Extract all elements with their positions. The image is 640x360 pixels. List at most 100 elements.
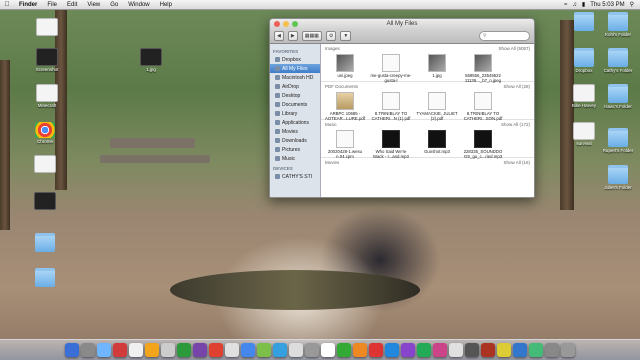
dock-app-icon[interactable] bbox=[209, 343, 223, 357]
file-item[interactable]: Gunshot.mp3 bbox=[416, 130, 458, 159]
sidebar-item-dropbox[interactable]: Dropbox bbox=[270, 55, 320, 64]
sidebar-item-macintosh-hd[interactable]: Macintosh HD bbox=[270, 73, 320, 82]
menu-window[interactable]: Window bbox=[123, 2, 154, 8]
sidebar-item-all-my-files[interactable]: All My Files bbox=[270, 64, 320, 73]
dock-app-icon[interactable] bbox=[497, 343, 511, 357]
show-all-link[interactable]: Show All (5057) bbox=[498, 46, 530, 52]
dock-app-icon[interactable] bbox=[369, 343, 383, 357]
dock-app-icon[interactable] bbox=[305, 343, 319, 357]
menu-edit[interactable]: Edit bbox=[62, 2, 82, 8]
desktop-folder[interactable] bbox=[27, 233, 63, 253]
forward-button[interactable]: ▶ bbox=[287, 31, 298, 41]
sidebar-item-applications[interactable]: Applications bbox=[270, 118, 320, 127]
dock-app-icon[interactable] bbox=[465, 343, 479, 357]
desktop-folder-kohl[interactable]: Kohl's Folder bbox=[600, 12, 636, 37]
clock[interactable]: Thu 5:03 PM bbox=[590, 2, 624, 8]
dock-app-icon[interactable] bbox=[257, 343, 271, 357]
dock-app-icon[interactable] bbox=[129, 343, 143, 357]
menu-file[interactable]: File bbox=[42, 2, 62, 8]
file-item[interactable]: 8.TRINIBLAY TO CATHERI...SON.pdf bbox=[462, 92, 504, 121]
desktop-icon-chrome[interactable]: Chrome bbox=[27, 122, 63, 144]
dock-app-icon[interactable] bbox=[193, 343, 207, 357]
apple-menu-icon[interactable]:  bbox=[0, 1, 14, 8]
dock-app-icon[interactable] bbox=[161, 343, 175, 357]
zoom-button[interactable] bbox=[292, 21, 298, 27]
search-input[interactable]: ⚲ bbox=[479, 31, 530, 41]
dock-app-icon[interactable] bbox=[385, 343, 399, 357]
dock-app-icon[interactable] bbox=[337, 343, 351, 357]
dock-app-icon[interactable] bbox=[97, 343, 111, 357]
back-button[interactable]: ◀ bbox=[274, 31, 284, 41]
desktop-icon[interactable] bbox=[27, 155, 63, 174]
dock-app-icon[interactable] bbox=[401, 343, 415, 357]
desktop-folder-dropbox[interactable]: Dropbox bbox=[566, 48, 602, 73]
volume-icon[interactable]: ♫ bbox=[572, 2, 577, 8]
file-item[interactable]: 228335_SOUNDDO GS_gu_c...ried.mp3 bbox=[462, 130, 504, 159]
dock-app-icon[interactable] bbox=[145, 343, 159, 357]
file-item[interactable]: ARBPC 10685 - AOTEAR...LURE.pdf bbox=[324, 92, 366, 121]
show-all-link[interactable]: Show All (172) bbox=[501, 122, 530, 128]
desktop-folder[interactable] bbox=[27, 268, 63, 288]
dock-app-icon[interactable] bbox=[433, 343, 447, 357]
dock-app-icon[interactable] bbox=[81, 343, 95, 357]
file-item[interactable]: 1.jpg bbox=[416, 54, 458, 83]
sidebar-item-music[interactable]: Music bbox=[270, 154, 320, 163]
desktop-icon-minecraft[interactable]: Minecraft bbox=[29, 84, 65, 108]
dock-app-icon[interactable] bbox=[289, 343, 303, 357]
dock-app-icon[interactable] bbox=[545, 343, 559, 357]
sidebar-item-downloads[interactable]: Downloads bbox=[270, 136, 320, 145]
spotlight-icon[interactable]: ⚲ bbox=[630, 1, 634, 8]
file-item[interactable]: 8.TRINIBLAY TO CATHERI...N (1).pdf bbox=[370, 92, 412, 121]
desktop-icon-bike-harvey[interactable]: Bike Harvey bbox=[566, 84, 602, 108]
close-button[interactable] bbox=[274, 21, 280, 27]
sidebar-item-library[interactable]: Library bbox=[270, 109, 320, 118]
menu-view[interactable]: View bbox=[82, 2, 105, 8]
dock-app-icon[interactable] bbox=[481, 343, 495, 357]
action-button[interactable]: ▼ bbox=[340, 31, 352, 41]
file-item[interactable]: 558556_23549522 11136..._b7_n.jpeg bbox=[462, 54, 504, 83]
dock-app-icon[interactable] bbox=[225, 343, 239, 357]
file-item[interactable]: 20020428-1.wesu n.04.cpm bbox=[324, 130, 366, 159]
dock-app-icon[interactable] bbox=[241, 343, 255, 357]
view-mode-button[interactable]: ▦▦▦ bbox=[301, 31, 322, 41]
dock-app-icon[interactable] bbox=[353, 343, 367, 357]
show-all-link[interactable]: Show All (28) bbox=[503, 84, 530, 90]
minimize-button[interactable] bbox=[283, 21, 289, 27]
desktop-folder-cathy[interactable]: Cathy's Folder bbox=[600, 48, 636, 73]
desktop-icon-1jpg[interactable]: 1.jpg bbox=[133, 48, 169, 72]
dock-app-icon[interactable] bbox=[65, 343, 79, 357]
dock-app-icon[interactable] bbox=[273, 343, 287, 357]
battery-icon[interactable]: ▮ bbox=[582, 1, 585, 8]
arrange-button[interactable]: ⚙ bbox=[325, 31, 337, 41]
desktop-icon-screenshot[interactable]: Screenshot bbox=[29, 48, 65, 72]
dock-app-icon[interactable] bbox=[417, 343, 431, 357]
sidebar-item-pictures[interactable]: Pictures bbox=[270, 145, 320, 154]
finder-titlebar[interactable]: All My Files bbox=[270, 19, 534, 29]
desktop-icon-survival[interactable]: survival bbox=[566, 122, 602, 146]
menu-app-finder[interactable]: Finder bbox=[14, 2, 42, 8]
menu-help[interactable]: Help bbox=[155, 2, 177, 8]
dock-app-icon[interactable] bbox=[449, 343, 463, 357]
dock-app-icon[interactable] bbox=[177, 343, 191, 357]
sidebar-item-movies[interactable]: Movies bbox=[270, 127, 320, 136]
show-all-link[interactable]: Show All (16) bbox=[503, 160, 530, 166]
dock-app-icon[interactable] bbox=[321, 343, 335, 357]
file-item[interactable]: TYAMACKIE, JULIET (2).pdf bbox=[416, 92, 458, 121]
file-item[interactable]: Who Said We're Wack - I...and.mp3 bbox=[370, 130, 412, 159]
sidebar-item-airdrop[interactable]: AirDrop bbox=[270, 82, 320, 91]
sidebar-item-device[interactable]: CATHY'S STI bbox=[270, 172, 320, 181]
desktop-folder-isaac[interactable]: Isaac's Folder bbox=[600, 84, 636, 109]
desktop-icon[interactable] bbox=[29, 18, 65, 37]
sidebar-item-desktop[interactable]: Desktop bbox=[270, 91, 320, 100]
wifi-icon[interactable]: ≈ bbox=[564, 2, 567, 8]
file-item[interactable]: uni.jpeg bbox=[324, 54, 366, 83]
menu-go[interactable]: Go bbox=[105, 2, 123, 8]
sidebar-item-documents[interactable]: Documents bbox=[270, 100, 320, 109]
dock-app-icon[interactable] bbox=[561, 343, 575, 357]
dock-app-icon[interactable] bbox=[113, 343, 127, 357]
dock-app-icon[interactable] bbox=[513, 343, 527, 357]
file-item[interactable]: me-gusta-creepy-me-gusta-l bbox=[370, 54, 412, 83]
desktop-folder[interactable] bbox=[566, 12, 602, 32]
desktop-icon[interactable] bbox=[27, 192, 63, 211]
desktop-folder-juliet[interactable]: Juliet's Folder bbox=[600, 165, 636, 190]
